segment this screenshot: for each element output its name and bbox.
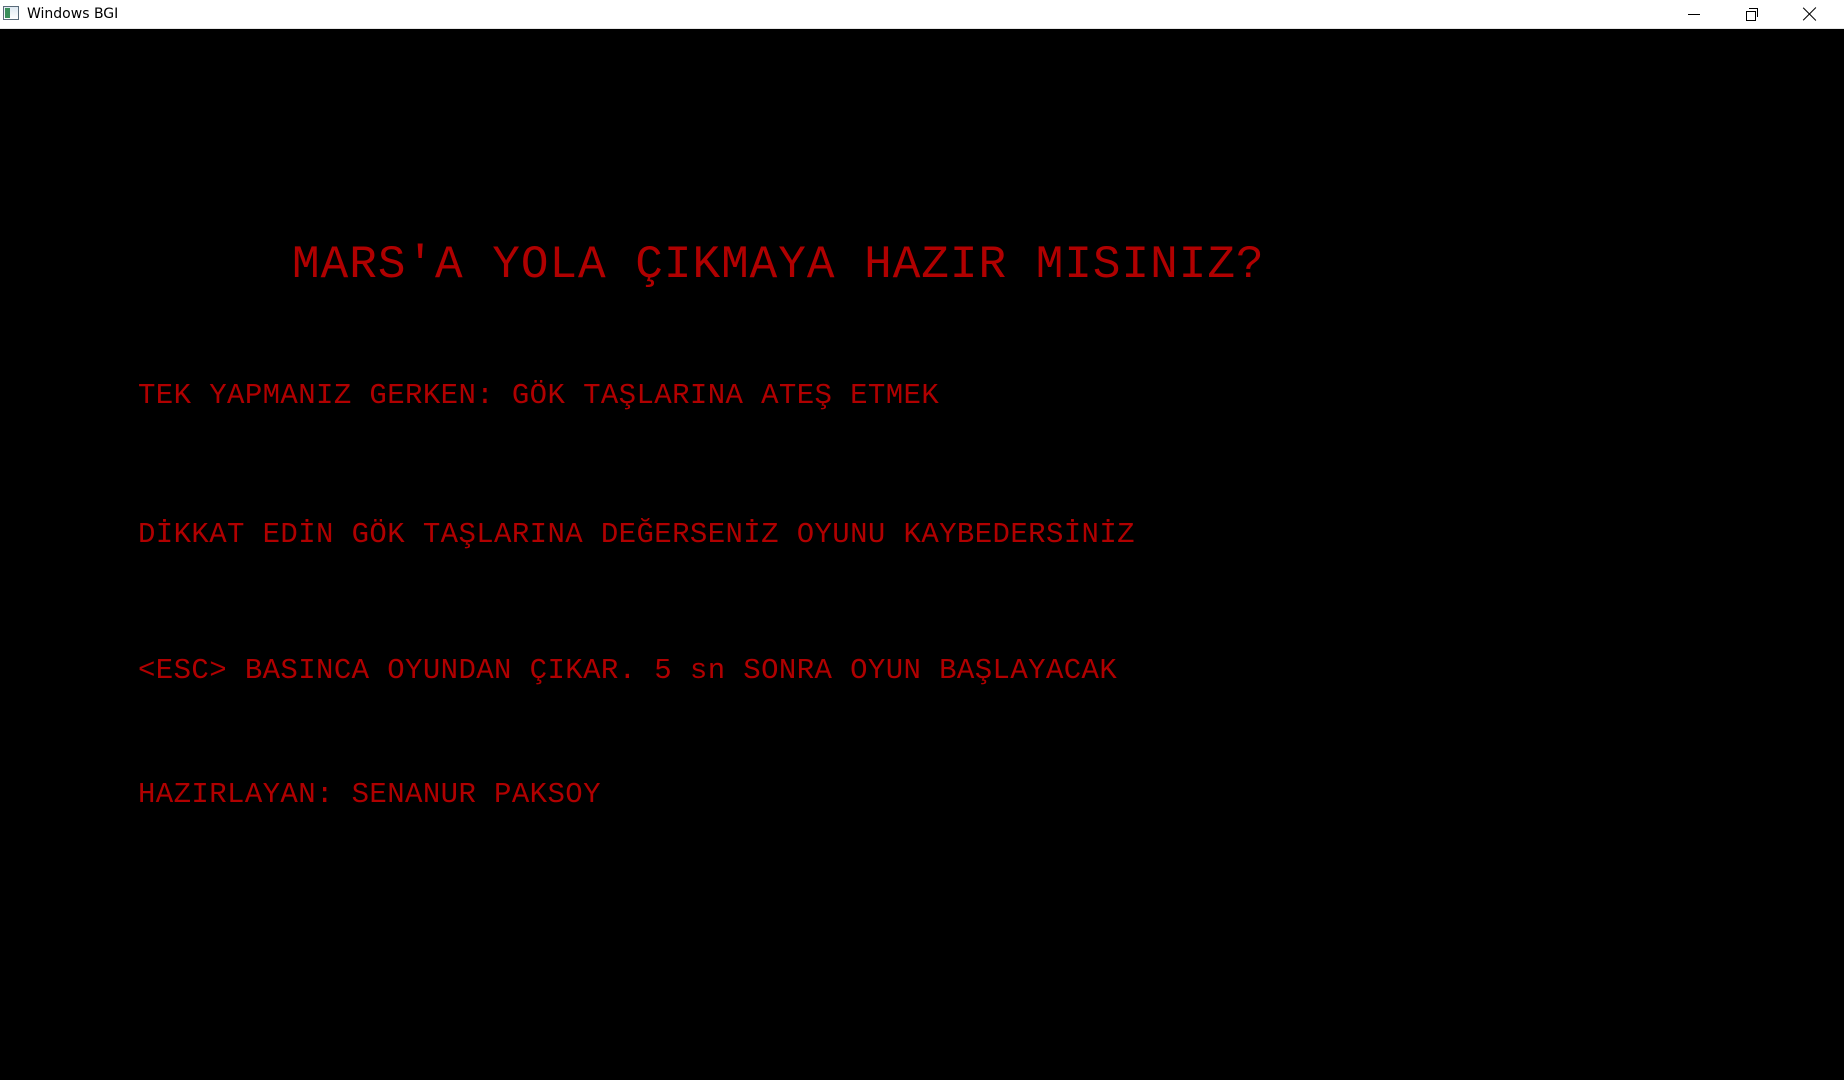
instruction-warning: DİKKAT EDİN GÖK TAŞLARINA DEĞERSENİZ OYU…	[138, 518, 1135, 551]
restore-button[interactable]	[1723, 0, 1781, 28]
close-icon	[1803, 7, 1817, 21]
minimize-icon	[1688, 13, 1700, 15]
close-button[interactable]	[1781, 0, 1839, 28]
minimize-button[interactable]	[1665, 0, 1723, 28]
bgi-window-icon[interactable]	[3, 6, 19, 20]
instruction-controls: <ESC> BASINCA OYUNDAN ÇIKAR. 5 sn SONRA …	[138, 654, 1118, 687]
credits-line: HAZIRLAYAN: SENANUR PAKSOY	[138, 778, 601, 811]
game-canvas[interactable]: MARS'A YOLA ÇIKMAYA HAZIR MISINIZ? TEK Y…	[0, 29, 1844, 1080]
window-title: Windows BGI	[27, 6, 119, 22]
restore-icon	[1746, 8, 1758, 21]
bgi-window: Windows BGI MARS'A YOLA ÇIKMAYA HAZIR MI…	[0, 0, 1844, 1080]
instruction-goal: TEK YAPMANIZ GERKEN: GÖK TAŞLARINA ATEŞ …	[138, 379, 940, 412]
title-bar[interactable]: Windows BGI	[0, 0, 1844, 29]
intro-headline: MARS'A YOLA ÇIKMAYA HAZIR MISINIZ?	[292, 239, 1265, 291]
